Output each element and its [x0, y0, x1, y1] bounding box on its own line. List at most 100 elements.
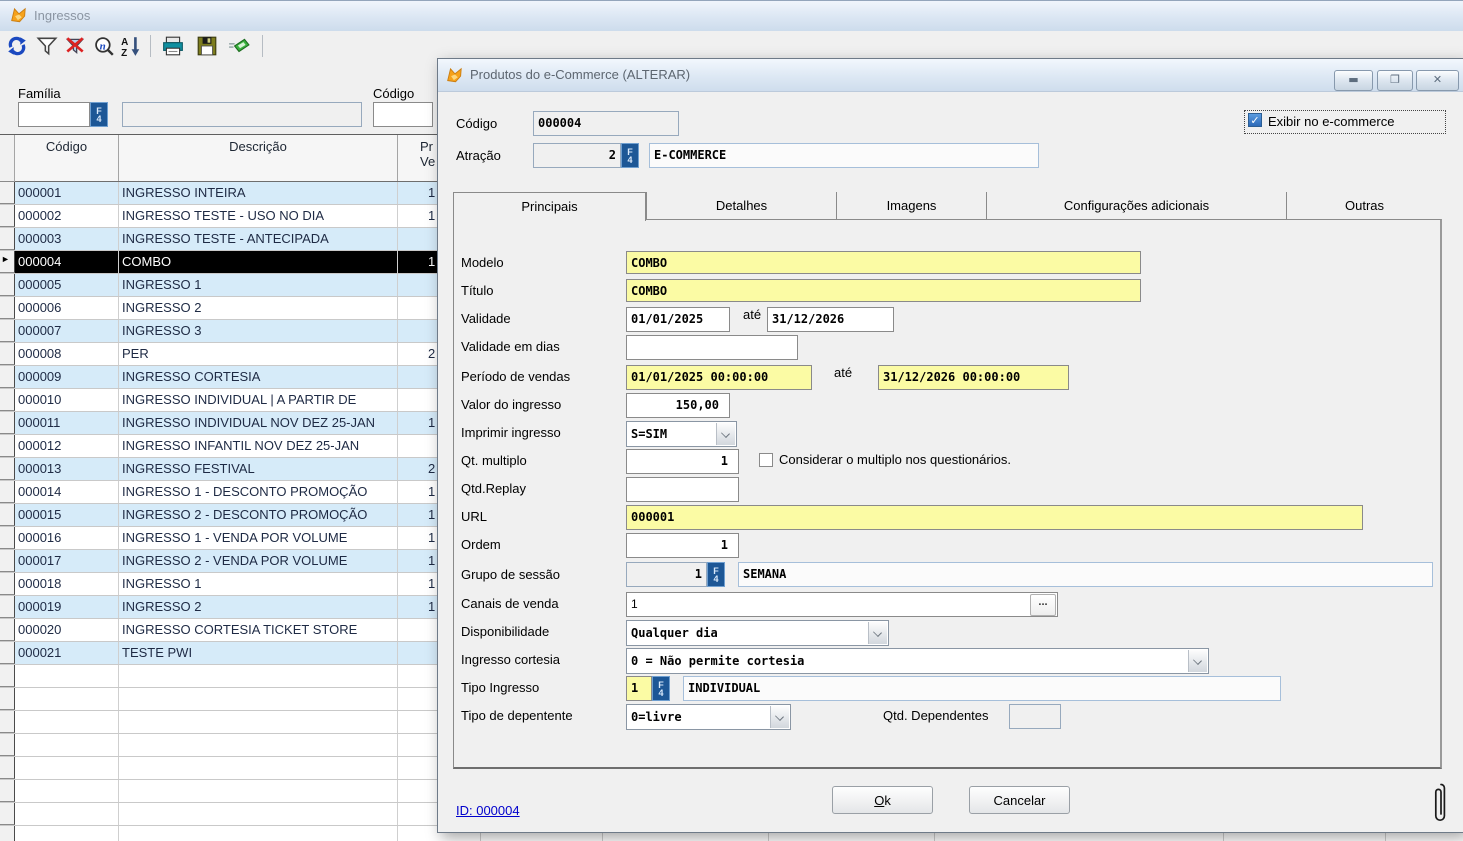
grupo-sessao-f4-button[interactable]: F4 [707, 562, 725, 587]
id-link[interactable]: ID: 000004 [456, 803, 520, 818]
chevron-down-icon[interactable] [1188, 650, 1207, 672]
cell-descricao [119, 780, 398, 802]
validade-dias-input[interactable] [626, 335, 798, 360]
imprimir-select[interactable]: S=SIM [626, 421, 737, 447]
dialog-titlebar[interactable]: Produtos do e-Commerce (ALTERAR) ▬ ❐ ✕ [438, 59, 1463, 92]
clear-money-icon[interactable] [228, 35, 250, 57]
tipo-ingresso-f4-button[interactable]: F4 [652, 676, 670, 701]
valor-ingresso-input[interactable]: 150,00 [626, 393, 730, 418]
chevron-down-icon[interactable] [770, 706, 789, 728]
cell-codigo: 000008 [15, 343, 119, 365]
canais-venda-input[interactable]: 1 [626, 592, 1058, 617]
qtd-dependentes-label: Qtd. Dependentes [883, 708, 989, 723]
codigo-filter-label: Código [373, 86, 414, 101]
sort-az-icon[interactable]: A Z [120, 35, 142, 57]
cell-descricao [119, 688, 398, 710]
ingresso-cortesia-select[interactable]: 0 = Não permite cortesia [626, 648, 1209, 674]
disponibilidade-select[interactable]: Qualquer dia [626, 620, 889, 646]
maximize-icon: ❐ [1378, 73, 1412, 86]
considerar-multiplo-checkbox[interactable] [759, 453, 773, 467]
save-icon[interactable] [196, 35, 218, 57]
cell-descricao: INGRESSO 3 [119, 320, 398, 342]
find-icon[interactable]: n [93, 35, 115, 57]
familia-input[interactable] [18, 102, 90, 127]
refresh-icon[interactable] [6, 35, 28, 57]
print-icon[interactable] [162, 35, 184, 57]
validade-from-input[interactable]: 01/01/2025 [626, 307, 730, 332]
validade-to-input[interactable]: 31/12/2026 [767, 307, 894, 332]
row-gutter [0, 619, 15, 641]
titulo-input[interactable]: COMBO [626, 279, 1141, 302]
cell-descricao: INGRESSO 1 [119, 274, 398, 296]
row-gutter [0, 573, 15, 595]
row-gutter [0, 182, 15, 204]
tipo-ingresso-desc-field: INDIVIDUAL [683, 676, 1281, 701]
periodo-to-input[interactable]: 31/12/2026 00:00:00 [878, 365, 1069, 390]
cell-codigo: 000010 [15, 389, 119, 411]
url-label: URL [461, 509, 487, 524]
cell-codigo: 000014 [15, 481, 119, 503]
ordem-input[interactable]: 1 [626, 533, 739, 558]
tab-detalhes[interactable]: Detalhes [646, 192, 836, 219]
tab-principais[interactable]: Principais [453, 192, 646, 221]
tipo-ingresso-label: Tipo Ingresso [461, 680, 539, 695]
familia-f4-button[interactable]: F4 [90, 102, 108, 127]
row-gutter [0, 665, 15, 687]
close-button[interactable]: ✕ [1416, 70, 1459, 91]
modelo-input[interactable]: COMBO [626, 251, 1141, 274]
atracao-field[interactable]: 2 [533, 143, 621, 168]
codigo-filter-input[interactable] [373, 102, 433, 127]
row-gutter [0, 297, 15, 319]
row-gutter [0, 780, 15, 802]
grid-header-codigo[interactable]: Código [15, 135, 119, 181]
maximize-button[interactable]: ❐ [1377, 70, 1413, 91]
cell-codigo [15, 734, 119, 756]
row-gutter [0, 642, 15, 664]
cell-codigo: 000012 [15, 435, 119, 457]
cell-codigo: 000002 [15, 205, 119, 227]
grupo-sessao-input[interactable]: 1 [626, 562, 707, 587]
grupo-sessao-desc-field: SEMANA [738, 562, 1433, 587]
periodo-from-input[interactable]: 01/01/2025 00:00:00 [626, 365, 812, 390]
cell-codigo: 000003 [15, 228, 119, 250]
fox-app-icon [10, 6, 28, 24]
cell-codigo: 000020 [15, 619, 119, 641]
cell-codigo: 000001 [15, 182, 119, 204]
clear-filter-icon[interactable] [64, 35, 86, 57]
validade-ate-label: até [743, 307, 761, 322]
qt-multiplo-input[interactable]: 1 [626, 449, 739, 474]
cell-codigo: 000018 [15, 573, 119, 595]
minimize-button[interactable]: ▬ [1334, 70, 1373, 91]
cell-descricao: INGRESSO INDIVIDUAL NOV DEZ 25-JAN [119, 412, 398, 434]
tab-configuracoes-adicionais[interactable]: Configurações adicionais [986, 192, 1286, 219]
grupo-sessao-label: Grupo de sessão [461, 567, 560, 582]
grid-header-descricao[interactable]: Descrição [119, 135, 398, 181]
cell-descricao [119, 665, 398, 687]
ordem-label: Ordem [461, 537, 501, 552]
row-gutter [0, 527, 15, 549]
tipo-dependente-select[interactable]: 0=livre [626, 704, 791, 730]
qtd-replay-input[interactable] [626, 477, 739, 502]
canais-venda-browse-button[interactable]: ... [1030, 594, 1056, 616]
tab-outras[interactable]: Outras [1286, 192, 1442, 219]
produtos-ecommerce-dialog: Produtos do e-Commerce (ALTERAR) ▬ ❐ ✕ C… [437, 58, 1463, 833]
main-window-titlebar[interactable]: Ingressos [0, 0, 1463, 32]
ok-button[interactable]: Ok [832, 786, 933, 814]
row-gutter [0, 228, 15, 250]
tipo-dependente-label: Tipo de depentente [461, 708, 573, 723]
cell-codigo: 000021 [15, 642, 119, 664]
cancel-button[interactable]: Cancelar [969, 786, 1070, 814]
chevron-down-icon[interactable] [716, 423, 735, 445]
url-input[interactable]: 000001 [626, 505, 1363, 530]
tab-imagens[interactable]: Imagens [836, 192, 986, 219]
tab-strip: Principais Detalhes Imagens Configuraçõe… [453, 192, 1442, 221]
atracao-f4-button[interactable]: F4 [621, 143, 639, 168]
exibir-label[interactable]: Exibir no e-commerce [1268, 114, 1394, 129]
cell-descricao: INGRESSO 2 [119, 596, 398, 618]
tipo-ingresso-input[interactable]: 1 [626, 676, 652, 701]
considerar-multiplo-label[interactable]: Considerar o multiplo nos questionários. [779, 452, 1011, 467]
cell-codigo: 000007 [15, 320, 119, 342]
chevron-down-icon[interactable] [868, 622, 887, 644]
filter-icon[interactable] [36, 35, 58, 57]
exibir-checkbox[interactable]: ✓ [1248, 113, 1262, 127]
